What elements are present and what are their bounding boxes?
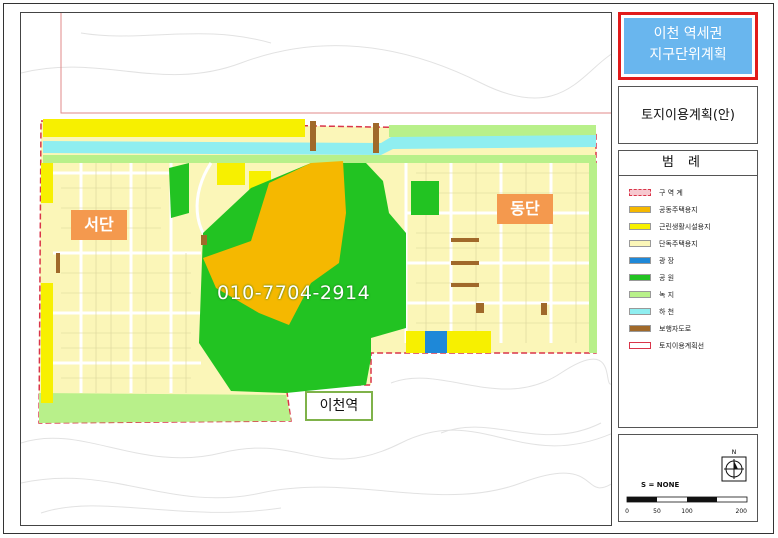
north-arrow-icon [721,456,747,482]
scale-tick-label: 50 [653,508,661,515]
legend-swatch [629,342,651,349]
legend-swatch [629,223,651,230]
legend-label: 구 역 계 [659,188,683,197]
legend-item: 구 역 계 [629,184,757,201]
scale-tick-label: 0 [625,508,629,515]
scale-tick-label: 200 [736,508,748,515]
legend-item: 토지이용계획선 [629,337,757,354]
west-small-park [169,163,189,218]
north-label: N [732,449,737,456]
title-box: 이천 역세권 지구단위계획 [618,12,758,80]
title-line-2: 지구단위계획 [649,47,727,63]
label-station: 이천역 [305,391,373,421]
scale-tick-label: 100 [681,508,693,515]
label-east-section: 동단 [497,194,553,224]
legend-swatch [629,308,651,315]
legend-item: 녹 지 [629,286,757,303]
legend-panel: 범례 구 역 계공동주택용지근린생활시설용지단독주택용지광 장공 원녹 지하 천… [618,150,758,428]
legend-label: 녹 지 [659,290,675,299]
legend-label: 공동주택용지 [659,205,698,214]
legend-label: 단독주택용지 [659,239,698,248]
legend-swatch [629,325,651,332]
legend-label: 공 원 [659,273,675,282]
land-use-map [21,13,611,514]
legend-swatch [629,189,651,196]
legend-item: 하 천 [629,303,757,320]
legend-swatch [629,257,651,264]
legend-list: 구 역 계공동주택용지근린생활시설용지단독주택용지광 장공 원녹 지하 천보행자… [619,176,757,354]
legend-swatch [629,240,651,247]
title-banner: 이천 역세권 지구단위계획 [624,18,752,74]
legend-label: 근린생활시설용지 [659,222,711,231]
legend-item: 공 원 [629,269,757,286]
legend-label: 토지이용계획선 [659,341,705,350]
scale-label: S = NONE [641,481,680,489]
scale-panel: N 0 50 100 200 S = NONE [618,434,758,522]
legend-label: 하 천 [659,307,675,316]
legend-item: 근린생활시설용지 [629,218,757,235]
map-panel[interactable] [20,12,612,526]
legend-item: 광 장 [629,252,757,269]
scale-graphic: N 0 50 100 200 [625,449,748,515]
legend-swatch [629,274,651,281]
label-west-section: 서단 [71,210,127,240]
legend-label: 광 장 [659,256,675,265]
legend-swatch [629,291,651,298]
legend-swatch [629,206,651,213]
legend-item: 단독주택용지 [629,235,757,252]
plan-subtitle: 토지이용계획(안) [618,86,758,144]
legend-item: 보행자도로 [629,320,757,337]
title-line-1: 이천 역세권 [653,26,723,42]
legend-label: 보행자도로 [659,324,692,333]
phone-watermark: 010-7704-2914 [217,282,371,304]
scale-bar [626,496,748,503]
legend-item: 공동주택용지 [629,201,757,218]
legend-heading: 범례 [619,151,757,176]
